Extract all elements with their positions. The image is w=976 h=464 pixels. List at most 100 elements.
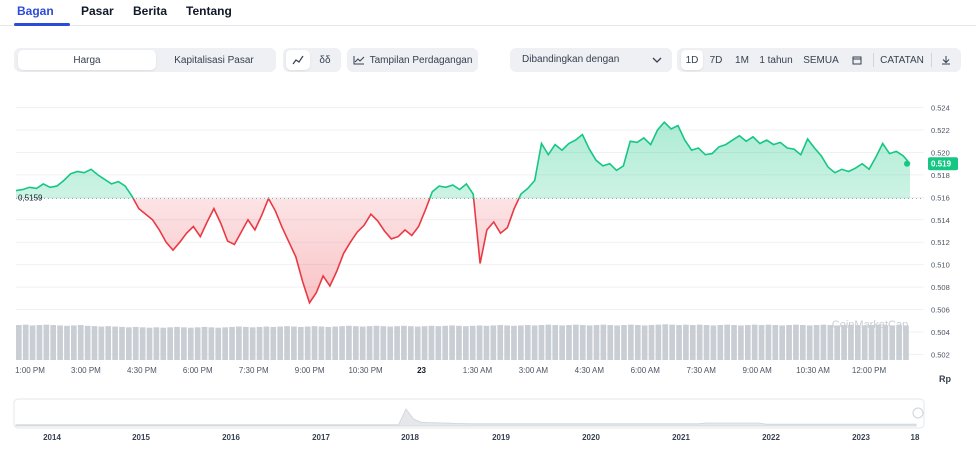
y-tick-label: 0.518 — [931, 171, 950, 180]
navigator-year-label: 2022 — [762, 433, 780, 442]
x-tick-label: 6:00 PM — [183, 366, 213, 375]
volume-bar — [366, 326, 373, 360]
trading-view-button[interactable]: Tampilan Perdagangan — [347, 48, 478, 72]
volume-bar — [208, 327, 215, 360]
navigator-handle[interactable] — [912, 407, 924, 419]
y-tick-label: 0.508 — [931, 283, 950, 292]
price-button[interactable]: Harga — [18, 50, 156, 70]
volume-bar — [16, 325, 22, 360]
volume-bar — [50, 325, 57, 360]
navigator-year-label: 2017 — [312, 433, 330, 442]
volume-bar — [703, 325, 710, 360]
volume-bar — [222, 327, 228, 360]
y-tick-label: 0.506 — [931, 306, 950, 315]
navigator-year-label: 18 — [911, 433, 920, 442]
volume-bar — [414, 326, 421, 360]
volume-bar — [359, 326, 366, 360]
candlestick-button[interactable]: δδ — [313, 50, 337, 70]
download-button[interactable] — [935, 50, 957, 70]
volume-bar — [339, 326, 345, 360]
market-cap-button[interactable]: Kapitalisasi Pasar — [156, 50, 272, 70]
volume-bar — [669, 324, 675, 360]
volume-bar — [29, 325, 36, 360]
range-1m[interactable]: 1M — [731, 50, 753, 70]
volume-bar — [229, 326, 235, 360]
compare-dropdown[interactable]: Dibandingkan dengan — [510, 48, 672, 72]
volume-bar — [407, 326, 414, 360]
volume-bar — [160, 327, 167, 360]
volume-bar — [291, 326, 297, 360]
tab-chart[interactable]: Bagan — [17, 4, 54, 18]
x-tick-label: 3:00 PM — [71, 366, 101, 375]
navigator-year-label: 2015 — [132, 433, 150, 442]
y-tick-label: 0.504 — [931, 328, 950, 337]
x-tick-label: 23 — [417, 366, 426, 375]
volume-bar — [297, 326, 304, 360]
range-7d[interactable]: 7D — [706, 50, 726, 70]
volume-bar — [249, 327, 256, 360]
volume-bar — [559, 325, 565, 360]
y-tick-label: 0.516 — [931, 193, 950, 202]
price-chart[interactable]: CoinMarketCap 0,5159 0.524 0.522 0.520 0.51… — [0, 90, 976, 390]
range-1d[interactable]: 1D — [681, 50, 703, 70]
calendar-button[interactable] — [847, 50, 867, 70]
volume-bar — [146, 327, 153, 360]
volume-bar — [126, 327, 132, 360]
chart-toolbar: Harga Kapitalisasi Pasar δδ Tampilan Per… — [0, 48, 976, 74]
x-tick-label: 7:30 PM — [239, 366, 269, 375]
y-tick-label: 0.502 — [931, 350, 950, 359]
range-navigator[interactable]: 2014 2015 2016 2017 2018 2019 2020 2021 2022 2023… — [0, 398, 976, 462]
volume-bar — [497, 325, 504, 360]
range-1y[interactable]: 1 tahun — [757, 50, 795, 70]
volume-bar — [724, 324, 730, 360]
grid — [16, 107, 924, 355]
volume-bar — [380, 326, 387, 360]
current-price-label: 0.519 — [931, 160, 952, 169]
volume-bar — [401, 325, 407, 360]
volume-bar — [153, 327, 160, 360]
y-axis: 0.524 0.522 0.520 0.518 0.516 0.514 0.512 0.510… — [931, 104, 950, 360]
active-tab-indicator — [14, 23, 70, 26]
volume-bar — [504, 325, 510, 360]
tab-markets[interactable]: Pasar — [81, 4, 114, 18]
y-tick-label: 0.520 — [931, 148, 950, 157]
volume-bar — [538, 325, 545, 360]
volume-bar — [91, 326, 98, 360]
metric-switch: Harga Kapitalisasi Pasar — [14, 48, 276, 72]
volume-bar — [304, 326, 311, 360]
line-chart-button[interactable] — [286, 50, 310, 70]
volume-bar — [593, 325, 600, 360]
tab-news[interactable]: Berita — [133, 4, 167, 18]
volume-bar — [648, 325, 655, 360]
volume-bar — [552, 325, 559, 360]
volume-bar — [634, 325, 641, 360]
chevron-down-icon — [652, 57, 662, 63]
navigator-years: 2014 2015 2016 2017 2018 2019 2020 2021 2022 2023… — [43, 433, 920, 442]
navigator-year-label: 2016 — [222, 433, 240, 442]
volume-bar — [545, 324, 552, 360]
volume-bar — [820, 324, 827, 360]
price-area — [15, 121, 911, 305]
tab-about[interactable]: Tentang — [186, 4, 232, 18]
volume-bar — [215, 327, 222, 360]
volume-bar — [181, 327, 187, 360]
y-tick-label: 0.522 — [931, 126, 950, 135]
range-all[interactable]: SEMUA — [801, 50, 841, 70]
range-switch: 1D 7D 1M 1 tahun SEMUA CATATAN — [677, 48, 961, 72]
volume-bar — [518, 325, 524, 360]
compare-label: Dibandingkan dengan — [522, 54, 620, 65]
volume-bar — [332, 326, 339, 360]
volume-bar — [738, 325, 744, 360]
x-tick-label: 12:00 PM — [852, 366, 887, 375]
y-tick-label: 0.524 — [931, 104, 950, 113]
volume-bar — [579, 325, 586, 360]
volume-bar — [717, 325, 724, 360]
volume-bar — [786, 325, 792, 360]
volume-bar — [442, 325, 449, 360]
volume-bar — [524, 325, 531, 360]
volume-bar — [696, 324, 703, 360]
watermark-label: CoinMarketCap — [832, 319, 908, 331]
volume-bar — [270, 326, 277, 360]
notes-button[interactable]: CATATAN — [877, 50, 927, 70]
volume-bar — [799, 325, 806, 360]
